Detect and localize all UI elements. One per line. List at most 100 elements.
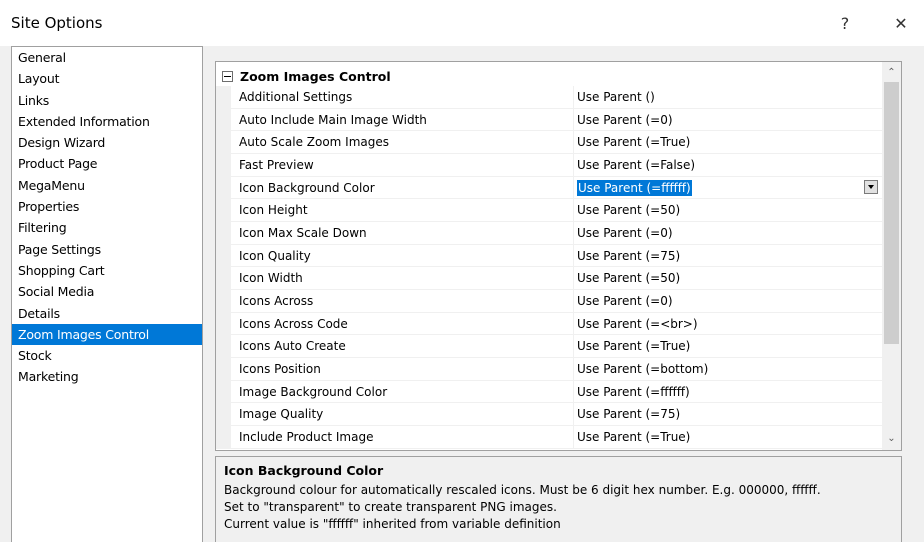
property-value[interactable]: Use Parent (=bottom) xyxy=(574,358,882,381)
property-grid: Zoom Images Control Additional Settings U… xyxy=(215,61,902,451)
close-button[interactable]: ✕ xyxy=(878,8,924,38)
scroll-thumb[interactable] xyxy=(884,82,899,344)
row-gutter xyxy=(216,131,231,154)
property-name[interactable]: Include Product Image xyxy=(231,426,573,449)
description-title: Icon Background Color xyxy=(224,463,384,478)
sidebar-item[interactable]: Marketing xyxy=(12,366,202,387)
property-name[interactable]: Icons Across Code xyxy=(231,313,573,336)
property-value[interactable]: Use Parent (=ffffff) xyxy=(574,381,882,404)
row-gutter xyxy=(216,244,231,268)
sidebar-item[interactable]: Page Settings xyxy=(12,239,202,260)
property-row[interactable]: Icons Auto Create Use Parent (=True) xyxy=(216,335,882,358)
sidebar-item[interactable]: Details xyxy=(12,303,202,324)
row-gutter xyxy=(216,289,231,313)
scroll-up-icon[interactable]: ⌃ xyxy=(882,64,901,81)
sidebar-item[interactable]: Links xyxy=(12,90,202,111)
property-name[interactable]: Icon Max Scale Down xyxy=(231,222,573,245)
property-name[interactable]: Icon Width xyxy=(231,267,573,290)
property-row[interactable]: Icons Across Use Parent (=0) xyxy=(216,289,882,313)
title-bar: Site Options ? ✕ xyxy=(0,0,924,46)
row-gutter xyxy=(216,199,231,222)
property-name[interactable]: Icon Background Color xyxy=(231,177,573,200)
sidebar-item[interactable]: Shopping Cart xyxy=(12,260,202,281)
category-list[interactable]: General Layout Links Extended Information De… xyxy=(11,46,203,542)
sidebar-item[interactable]: Extended Information xyxy=(12,111,202,132)
property-row[interactable]: Icon Width Use Parent (=50) xyxy=(216,267,882,290)
row-gutter xyxy=(216,425,231,449)
property-value[interactable]: Use Parent (=False) xyxy=(574,154,882,177)
vertical-scrollbar[interactable]: ⌃ ⌄ xyxy=(882,62,901,450)
property-row[interactable]: Icon Quality Use Parent (=75) xyxy=(216,244,882,268)
sidebar-item[interactable]: Stock xyxy=(12,345,202,366)
property-row[interactable]: Icon Height Use Parent (=50) xyxy=(216,199,882,222)
property-name[interactable]: Fast Preview xyxy=(231,154,573,177)
property-row[interactable]: Auto Scale Zoom Images Use Parent (=True) xyxy=(216,131,882,154)
property-value[interactable]: Use Parent (=75) xyxy=(574,403,882,426)
property-value[interactable]: Use Parent (=True) xyxy=(574,426,882,449)
row-gutter xyxy=(216,153,231,177)
property-value[interactable]: Use Parent (=0) xyxy=(574,109,882,132)
property-value[interactable]: Use Parent (=ffffff) xyxy=(574,177,882,200)
window-title: Site Options xyxy=(11,14,103,32)
property-name[interactable]: Auto Include Main Image Width xyxy=(231,109,573,132)
description-line: Set to "transparent" to create transpare… xyxy=(224,500,557,514)
property-name[interactable]: Auto Scale Zoom Images xyxy=(231,131,573,154)
property-row[interactable]: Image Quality Use Parent (=75) xyxy=(216,403,882,426)
sidebar-item[interactable]: MegaMenu xyxy=(12,175,202,196)
property-row[interactable]: Additional Settings Use Parent () xyxy=(216,86,882,109)
property-name[interactable]: Icons Position xyxy=(231,358,573,381)
property-value[interactable]: Use Parent (=True) xyxy=(574,335,882,358)
property-value[interactable]: Use Parent (=0) xyxy=(574,290,882,313)
row-gutter xyxy=(216,357,231,381)
property-name[interactable]: Image Quality xyxy=(231,403,573,426)
sidebar-item[interactable]: Zoom Images Control xyxy=(12,323,202,346)
sidebar-item[interactable]: Layout xyxy=(12,68,202,89)
description-panel: Icon Background Color Background colour … xyxy=(215,456,902,542)
property-name[interactable]: Additional Settings xyxy=(231,86,573,109)
row-gutter xyxy=(216,221,231,245)
property-rows: Additional Settings Use Parent () Auto Inc… xyxy=(216,86,882,449)
property-row[interactable]: Icon Background Color Use Parent (=ffffff… xyxy=(216,176,882,200)
scroll-down-icon[interactable]: ⌄ xyxy=(882,430,901,447)
property-row[interactable]: Icons Across Code Use Parent (=<br>) xyxy=(216,312,882,336)
property-name[interactable]: Icons Auto Create xyxy=(231,335,573,358)
property-row[interactable]: Icons Position Use Parent (=bottom) xyxy=(216,357,882,381)
sidebar-item[interactable]: General xyxy=(12,47,202,68)
property-value[interactable]: Use Parent (=0) xyxy=(574,222,882,245)
description-line: Current value is "ffffff" inherited from… xyxy=(224,517,561,531)
property-row[interactable]: Image Background Color Use Parent (=fffff… xyxy=(216,380,882,404)
property-name[interactable]: Image Background Color xyxy=(231,381,573,404)
property-row[interactable]: Include Product Image Use Parent (=True) xyxy=(216,425,882,449)
property-row[interactable]: Icon Max Scale Down Use Parent (=0) xyxy=(216,221,882,245)
row-gutter xyxy=(216,86,231,109)
row-gutter xyxy=(216,176,231,200)
property-row[interactable]: Fast Preview Use Parent (=False) xyxy=(216,153,882,177)
property-name[interactable]: Icons Across xyxy=(231,290,573,313)
collapse-icon[interactable] xyxy=(222,70,233,82)
property-value-selected[interactable]: Use Parent (=ffffff) xyxy=(577,179,692,196)
property-row[interactable]: Auto Include Main Image Width Use Parent … xyxy=(216,108,882,132)
property-value[interactable]: Use Parent (=50) xyxy=(574,199,882,222)
property-value[interactable]: Use Parent (=75) xyxy=(574,245,882,268)
sidebar-item[interactable]: Social Media xyxy=(12,281,202,302)
property-name[interactable]: Icon Quality xyxy=(231,245,573,268)
sidebar-item[interactable]: Properties xyxy=(12,196,202,217)
row-gutter xyxy=(216,403,231,426)
dropdown-arrow-icon[interactable] xyxy=(864,179,878,194)
description-line: Background colour for automatically resc… xyxy=(224,483,821,497)
category-header[interactable]: Zoom Images Control xyxy=(216,66,882,86)
row-gutter xyxy=(216,380,231,404)
row-gutter xyxy=(216,312,231,336)
sidebar-item[interactable]: Filtering xyxy=(12,217,202,238)
sidebar-item[interactable]: Product Page xyxy=(12,153,202,174)
row-gutter xyxy=(216,108,231,132)
property-value[interactable]: Use Parent (=True) xyxy=(574,131,882,154)
property-value[interactable]: Use Parent () xyxy=(574,86,882,109)
sidebar-item[interactable]: Design Wizard xyxy=(12,132,202,153)
row-gutter xyxy=(216,267,231,290)
help-button[interactable]: ? xyxy=(822,8,868,38)
category-label: Zoom Images Control xyxy=(240,68,391,84)
property-value[interactable]: Use Parent (=<br>) xyxy=(574,313,882,336)
property-name[interactable]: Icon Height xyxy=(231,199,573,222)
property-value[interactable]: Use Parent (=50) xyxy=(574,267,882,290)
